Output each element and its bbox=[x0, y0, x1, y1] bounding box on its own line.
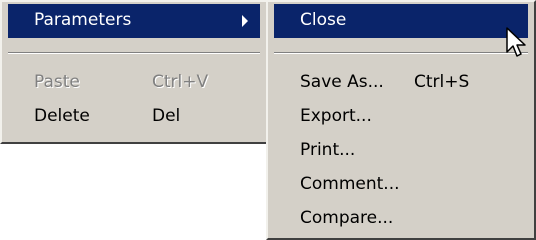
menu-item-label: Comment... bbox=[300, 174, 400, 194]
menu-item-parameters[interactable]: Parameters bbox=[8, 4, 260, 38]
menu-item-label: Print... bbox=[300, 140, 356, 160]
menu-separator bbox=[8, 52, 260, 54]
mouse-pointer-icon bbox=[506, 27, 526, 57]
menu-item-label: Parameters bbox=[34, 10, 132, 30]
menu-item-shortcut: Ctrl+S bbox=[414, 72, 470, 92]
menu-separator bbox=[274, 52, 528, 54]
menu-item-label: Export... bbox=[300, 106, 372, 126]
menu-item-close[interactable]: Close bbox=[274, 4, 528, 38]
menu-item-print[interactable]: Print... bbox=[274, 134, 528, 168]
menu-item-export[interactable]: Export... bbox=[274, 100, 528, 134]
menu-item-label: Close bbox=[300, 10, 347, 30]
menu-item-label: Paste bbox=[34, 72, 80, 92]
menu-item-label: Save As... bbox=[300, 72, 384, 92]
menu-item-shortcut: Ctrl+V bbox=[152, 72, 209, 92]
menu-item-label: Delete bbox=[34, 106, 90, 126]
menu-item-shortcut: Del bbox=[152, 106, 181, 126]
menu-item-compare[interactable]: Compare... bbox=[274, 202, 528, 236]
parameters-submenu: Close Save As... Ctrl+S Export... Print.… bbox=[266, 0, 536, 240]
menu-item-delete[interactable]: Delete Del bbox=[8, 100, 260, 134]
submenu-arrow-icon bbox=[242, 15, 248, 27]
menu-item-label: Compare... bbox=[300, 208, 394, 228]
context-menu: Parameters Paste Ctrl+V Delete Del bbox=[0, 0, 268, 144]
menu-item-save-as[interactable]: Save As... Ctrl+S bbox=[274, 66, 528, 100]
menu-item-paste: Paste Ctrl+V bbox=[8, 66, 260, 100]
menu-item-comment[interactable]: Comment... bbox=[274, 168, 528, 202]
